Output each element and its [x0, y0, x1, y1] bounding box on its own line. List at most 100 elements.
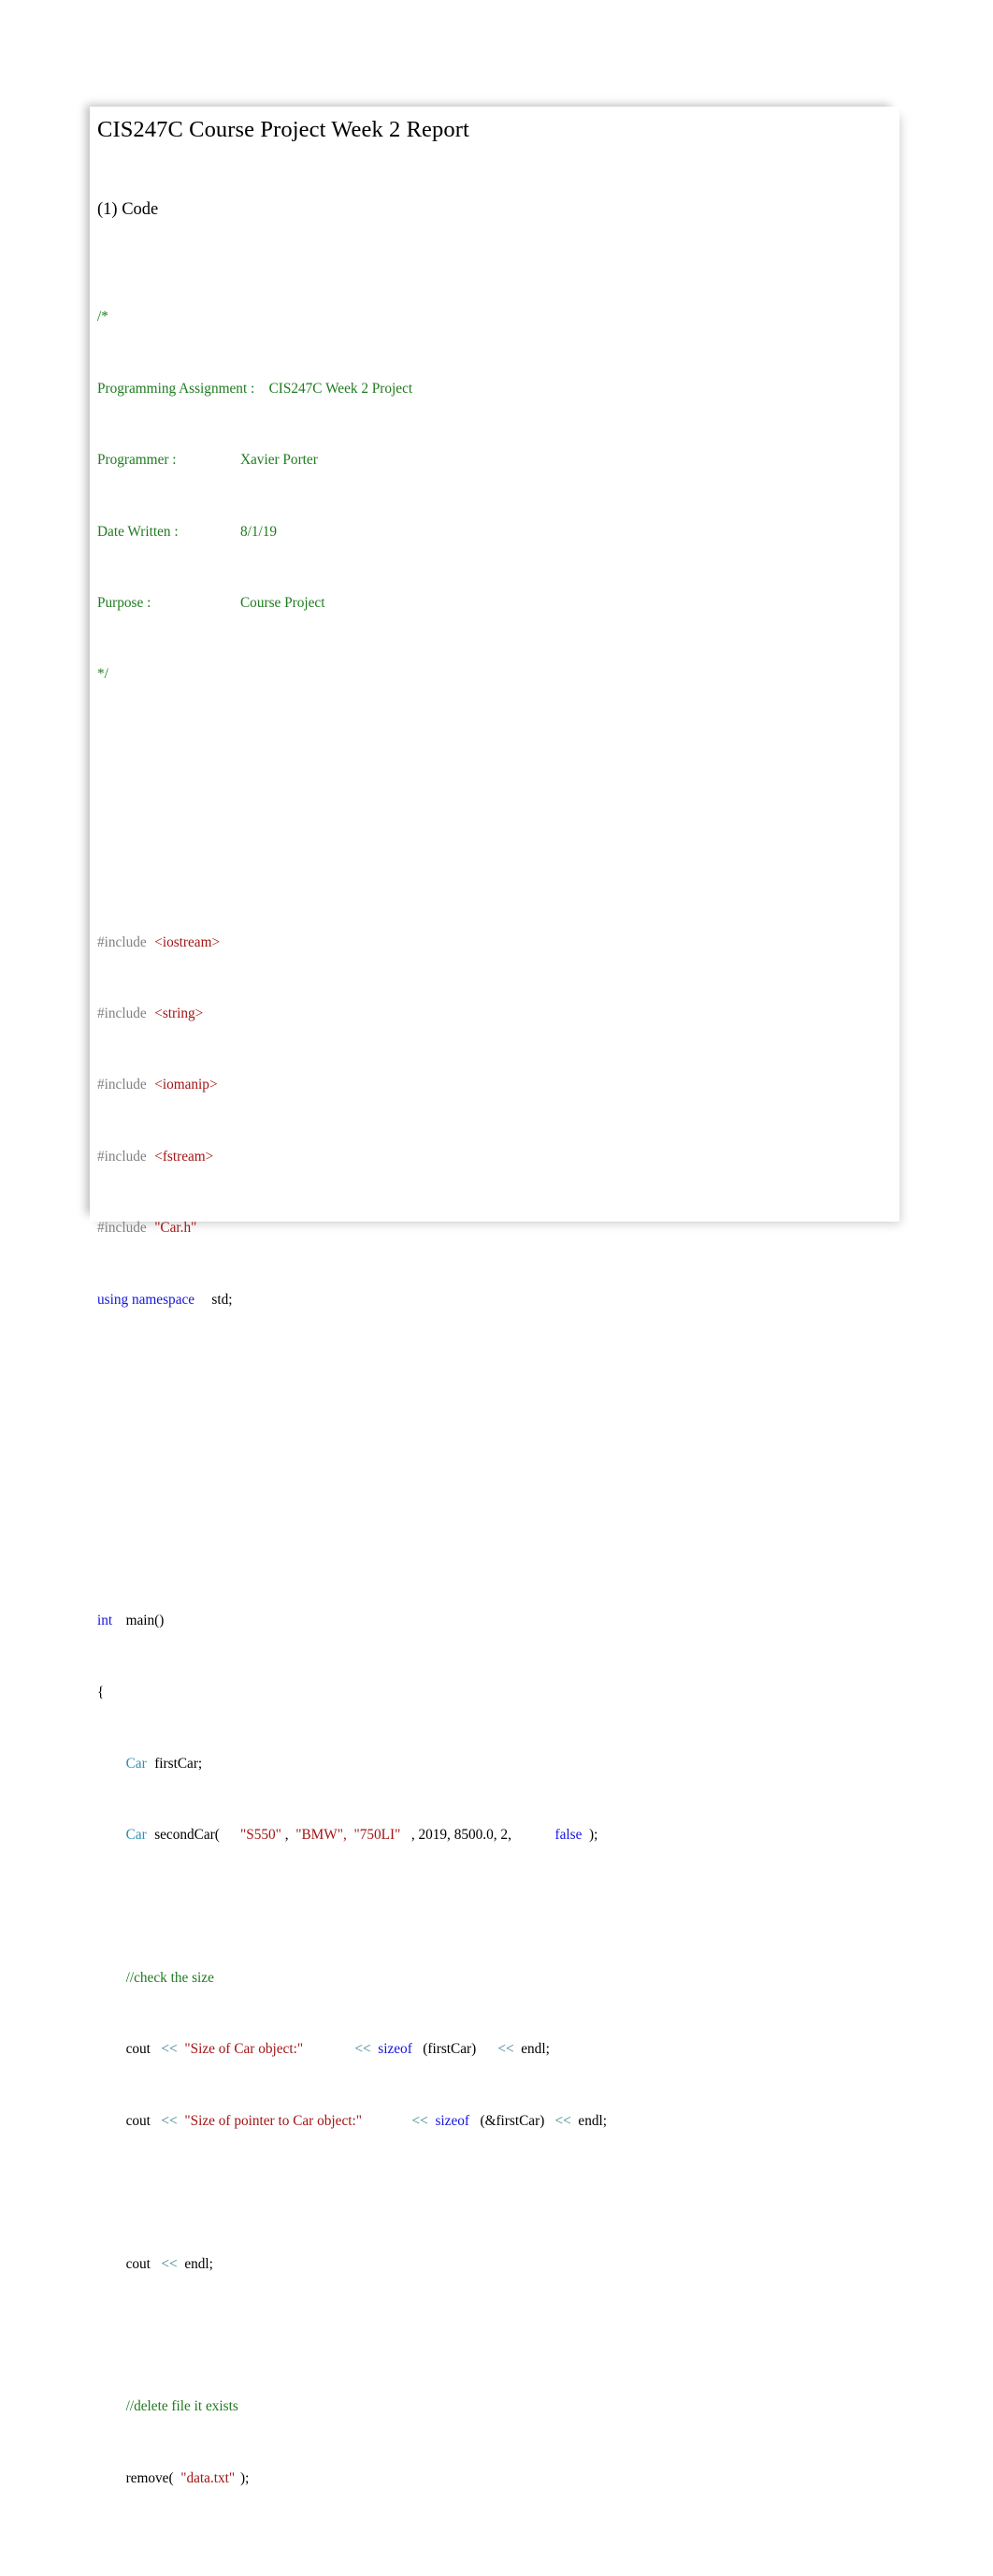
code-line-include-fstream: #include <fstream> [97, 1148, 894, 1165]
code-line-main-open-brace: { [97, 1684, 894, 1701]
include-target-iomanip: <iomanip> [154, 1077, 218, 1093]
comment-label-date: Date Written : [97, 523, 179, 540]
code-line-main-signature: int main() [97, 1612, 894, 1629]
arg-model: "750LI" [353, 1827, 401, 1844]
tab-gap [151, 595, 240, 611]
page-inner: CIS247C Course Project Week 2 Report (1)… [90, 107, 899, 2486]
code-line-comment-delete-file: //delete file it exists [97, 2397, 894, 2415]
code-line-decl-firstcar: Car firstCar; [97, 1755, 894, 1773]
comment-value-programmer: Xavier Porter [239, 452, 318, 469]
string-size-of-pointer: "Size of pointer to Car object:" [184, 2112, 362, 2129]
comment-label-assignment: Programming Assignment : [97, 380, 255, 397]
keyword-sizeof: sizeof [435, 2112, 469, 2129]
type-car: Car [125, 1827, 147, 1844]
tab-gap [147, 1077, 155, 1093]
tab-gap [254, 381, 268, 397]
keyword-sizeof: sizeof [378, 2041, 412, 2058]
code-line-cout-blank-1: cout << endl; [97, 2255, 894, 2273]
code-line-date-written: Date Written : 8/1/19 [97, 523, 894, 541]
tab-gap [303, 2041, 354, 2057]
stream-cout: cout [125, 2112, 151, 2129]
title-spacer [97, 144, 894, 198]
heading-spacer [97, 221, 894, 237]
include-target-string: <string> [154, 1006, 204, 1022]
tab-gap [220, 1827, 240, 1843]
include-target-iostream: <iostream> [154, 933, 221, 950]
tab-gap [112, 1613, 125, 1628]
identifier-firstcar: firstCar; [154, 1755, 203, 1772]
function-call-remove: remove( [125, 2469, 174, 2486]
arg-make: "BMW", [295, 1827, 347, 1844]
tab-gap [362, 2113, 412, 2129]
function-name-main: main() [125, 1613, 165, 1629]
stream-cout: cout [125, 2255, 151, 2272]
operator-insert: << [161, 2112, 178, 2129]
string-data-txt: "data.txt" [180, 2469, 236, 2486]
tab-gap [179, 524, 240, 540]
code-line-remove-call: remove( "data.txt" ); [97, 2469, 894, 2487]
operator-insert: << [354, 2041, 371, 2058]
include-target-fstream: <fstream> [154, 1148, 214, 1165]
tab-gap [147, 1756, 155, 1772]
endl-token: endl; [184, 2255, 213, 2272]
stream-cout: cout [125, 2041, 151, 2058]
tab-gap [544, 2113, 554, 2129]
decl-tail: ); [589, 1827, 598, 1844]
preprocessor-include: #include [97, 933, 147, 950]
comment-close-token: */ [97, 666, 108, 683]
tab-gap [147, 1006, 155, 1021]
comment-value-date: 8/1/19 [239, 523, 278, 540]
code-line-decl-secondcar: Car secondCar( "S550" , "BMW", "750LI" ,… [97, 1826, 894, 1844]
comment-delete-file: //delete file it exists [125, 2398, 238, 2415]
tab-gap [476, 2041, 497, 2057]
tab-gap [147, 1220, 155, 1236]
preprocessor-include: #include [97, 1220, 147, 1237]
document-page: CIS247C Course Project Week 2 Report (1)… [90, 107, 899, 2486]
page-title: CIS247C Course Project Week 2 Report [97, 117, 469, 142]
include-target-carh: "Car.h" [154, 1220, 197, 1237]
endl-token: endl; [521, 2041, 550, 2058]
preprocessor-include: #include [97, 1077, 147, 1093]
operator-insert: << [161, 2041, 178, 2058]
operator-insert: << [554, 2112, 571, 2129]
code-line-include-carh: #include "Car.h" [97, 1219, 894, 1237]
sizeof-arg-address-firstcar: (&firstCar) [480, 2112, 545, 2129]
preprocessor-include: #include [97, 1006, 147, 1022]
section-heading-code: (1) Code [97, 200, 159, 219]
comment-check-the-size: //check the size [125, 1970, 214, 1987]
tab-gap [511, 1827, 555, 1843]
comment-value-purpose: Course Project [239, 594, 325, 611]
keyword-int: int [97, 1613, 113, 1629]
tab-gap [147, 934, 155, 950]
code-line-assignment: Programming Assignment : CIS247C Week 2 … [97, 380, 894, 398]
code-line-comment-close: */ [97, 665, 894, 683]
code-line-include-iomanip: #include <iomanip> [97, 1076, 894, 1093]
code-line-purpose: Purpose : Course Project [97, 594, 894, 612]
tab-gap [177, 452, 240, 468]
operator-insert: << [411, 2112, 428, 2129]
code-line-cout-size-pointer: cout << "Size of pointer to Car object:"… [97, 2112, 894, 2130]
document-content: CIS247C Course Project Week 2 Report (1)… [97, 116, 894, 2576]
remove-tail: ); [239, 2469, 250, 2486]
arg-vin: "S550" [239, 1827, 281, 1844]
